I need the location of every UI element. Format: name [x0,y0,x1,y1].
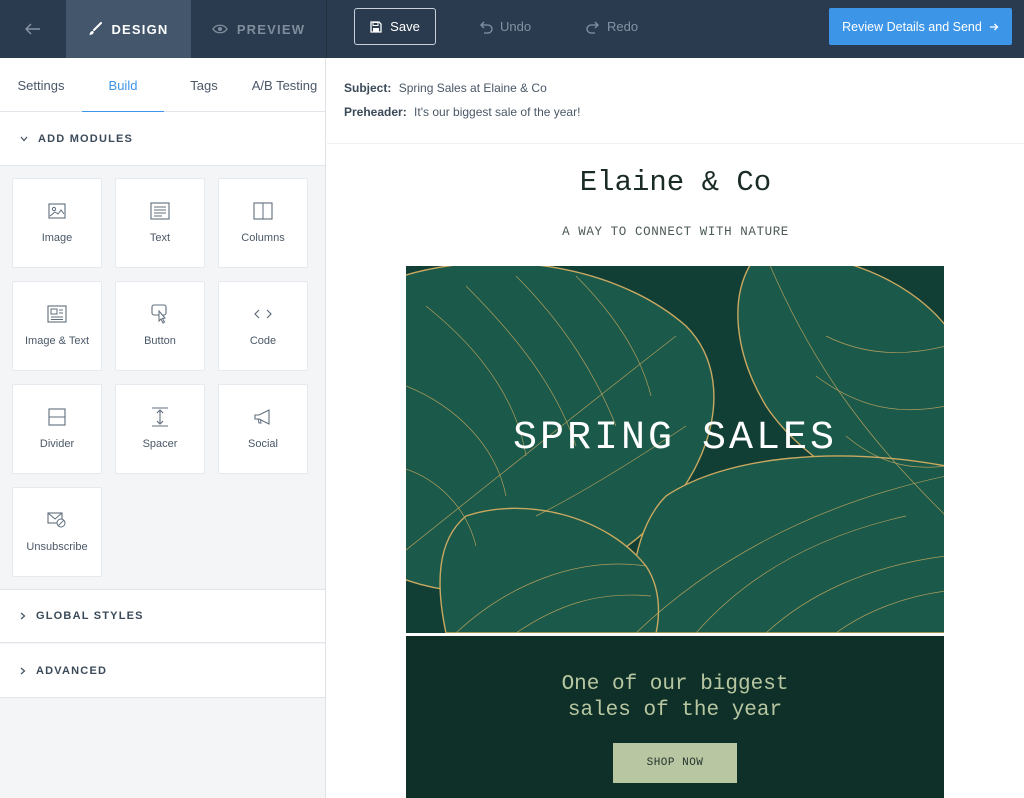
module-label: Spacer [142,438,178,450]
top-bar: DESIGN PREVIEW Save Undo Redo Review Det… [0,0,1024,58]
brush-icon [89,22,103,35]
module-label: Unsubscribe [26,541,88,553]
tab-build[interactable]: Build [82,58,164,113]
save-label: Save [390,19,420,34]
add-modules-section-toggle[interactable]: ADD MODULES [0,112,325,166]
email-canvas: Elaine & Co A WAY TO CONNECT WITH NATURE [327,144,1024,798]
promo-block[interactable]: One of our biggest sales of the year SHO… [406,636,944,798]
topbar-divider [326,0,327,58]
builder-sidebar: Settings Build Tags A/B Testing ADD MODU… [0,58,326,798]
module-code[interactable]: Code [218,281,308,371]
undo-icon [480,21,493,34]
promo-line-2: sales of the year [567,699,783,722]
chevron-right-icon [20,612,26,620]
arrow-left-icon [25,23,40,35]
columns-icon [251,200,275,222]
module-label: Code [249,335,277,347]
sidebar-tabs: Settings Build Tags A/B Testing [0,58,325,113]
subject-line[interactable]: Subject: Spring Sales at Elaine & Co [344,81,547,95]
eye-icon [212,24,228,34]
redo-button[interactable]: Redo [585,8,638,45]
promo-line-1: One of our biggest [561,673,789,696]
text-icon [148,200,172,222]
save-button[interactable]: Save [354,8,436,45]
image-icon [45,200,69,222]
tab-ab-testing[interactable]: A/B Testing [244,58,325,112]
module-text[interactable]: Text [115,178,205,268]
brand-heading[interactable]: Elaine & Co [327,166,1024,199]
chevron-down-icon [20,136,28,141]
advanced-section-toggle[interactable]: ADVANCED [0,644,325,698]
module-unsubscribe[interactable]: Unsubscribe [12,487,102,577]
module-label: Text [149,232,171,244]
button-click-icon [148,303,172,325]
module-label: Image [41,232,73,244]
hero-image-block[interactable]: SPRING SALES [406,266,944,633]
preheader-line[interactable]: Preheader: It's our biggest sale of the … [344,105,580,119]
preview-tab-label: PREVIEW [236,21,306,37]
module-divider[interactable]: Divider [12,384,102,474]
module-label: Columns [241,232,285,244]
subject-label: Subject: [344,81,392,95]
advanced-label: ADVANCED [36,664,108,677]
preheader-value: It's our biggest sale of the year! [414,105,581,119]
chevron-right-icon [20,667,26,674]
design-tab-label: DESIGN [111,21,169,37]
tab-settings[interactable]: Settings [0,58,82,112]
undo-label: Undo [500,19,532,34]
module-button[interactable]: Button [115,281,205,371]
module-columns[interactable]: Columns [218,178,308,268]
module-image-and-text[interactable]: Image & Text [12,281,102,371]
redo-icon [586,21,599,34]
design-tab[interactable]: DESIGN [66,0,191,58]
back-button[interactable] [0,0,66,58]
divider-icon [45,406,69,428]
image-text-icon [45,303,69,325]
module-label: Divider [39,438,75,450]
brand-tagline[interactable]: A WAY TO CONNECT WITH NATURE [327,225,1024,239]
floppy-disk-icon [370,20,382,33]
subject-value: Spring Sales at Elaine & Co [398,81,547,95]
redo-label: Redo [607,19,639,34]
unsubscribe-icon [45,509,69,531]
module-label: Button [144,335,176,347]
tab-tags[interactable]: Tags [164,58,244,112]
arrow-right-icon [989,23,999,30]
module-spacer[interactable]: Spacer [115,384,205,474]
preview-tab[interactable]: PREVIEW [191,0,326,58]
review-and-send-button[interactable]: Review Details and Send [829,8,1012,45]
module-label: Image & Text [25,335,89,347]
add-modules-label: ADD MODULES [38,132,134,145]
review-and-send-label: Review Details and Send [842,19,982,34]
code-icon [251,303,275,325]
undo-button[interactable]: Undo [478,8,531,45]
module-image[interactable]: Image [12,178,102,268]
hero-title: SPRING SALES [512,416,838,461]
shop-now-button[interactable]: SHOP NOW [613,743,737,783]
promo-text: One of our biggest sales of the year [406,672,944,724]
module-label: Social [248,438,278,450]
preheader-label: Preheader: [344,105,407,119]
module-social[interactable]: Social [218,384,308,474]
global-styles-label: GLOBAL STYLES [36,610,144,622]
megaphone-icon [251,406,275,428]
spacer-icon [148,406,172,428]
email-meta: Subject: Spring Sales at Elaine & Co Pre… [327,58,1024,144]
global-styles-section-toggle[interactable]: GLOBAL STYLES [0,589,325,643]
